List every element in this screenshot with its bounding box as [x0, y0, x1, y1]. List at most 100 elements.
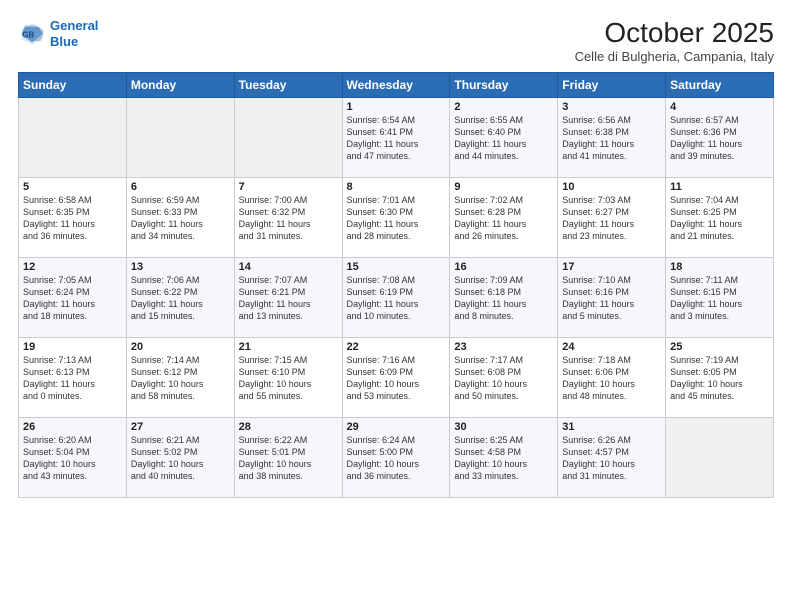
calendar-day: 17Sunrise: 7:10 AM Sunset: 6:16 PM Dayli… — [558, 257, 666, 337]
calendar-day: 30Sunrise: 6:25 AM Sunset: 4:58 PM Dayli… — [450, 417, 558, 497]
calendar-day: 6Sunrise: 6:59 AM Sunset: 6:33 PM Daylig… — [126, 177, 234, 257]
calendar-week-1: 1Sunrise: 6:54 AM Sunset: 6:41 PM Daylig… — [19, 97, 774, 177]
weekday-header-wednesday: Wednesday — [342, 72, 450, 97]
calendar-day: 3Sunrise: 6:56 AM Sunset: 6:38 PM Daylig… — [558, 97, 666, 177]
logo: GB General Blue — [18, 18, 98, 49]
calendar-day: 21Sunrise: 7:15 AM Sunset: 6:10 PM Dayli… — [234, 337, 342, 417]
calendar-day: 29Sunrise: 6:24 AM Sunset: 5:00 PM Dayli… — [342, 417, 450, 497]
day-info: Sunrise: 6:55 AM Sunset: 6:40 PM Dayligh… — [454, 114, 553, 163]
calendar-day: 25Sunrise: 7:19 AM Sunset: 6:05 PM Dayli… — [666, 337, 774, 417]
day-number: 9 — [454, 181, 553, 193]
weekday-header-tuesday: Tuesday — [234, 72, 342, 97]
day-number: 26 — [23, 421, 122, 433]
day-number: 22 — [347, 341, 446, 353]
day-info: Sunrise: 7:06 AM Sunset: 6:22 PM Dayligh… — [131, 274, 230, 323]
calendar-day: 19Sunrise: 7:13 AM Sunset: 6:13 PM Dayli… — [19, 337, 127, 417]
day-info: Sunrise: 7:00 AM Sunset: 6:32 PM Dayligh… — [239, 194, 338, 243]
calendar-day: 5Sunrise: 6:58 AM Sunset: 6:35 PM Daylig… — [19, 177, 127, 257]
day-number: 21 — [239, 341, 338, 353]
calendar-day: 13Sunrise: 7:06 AM Sunset: 6:22 PM Dayli… — [126, 257, 234, 337]
calendar-day: 10Sunrise: 7:03 AM Sunset: 6:27 PM Dayli… — [558, 177, 666, 257]
calendar-day: 28Sunrise: 6:22 AM Sunset: 5:01 PM Dayli… — [234, 417, 342, 497]
weekday-header-sunday: Sunday — [19, 72, 127, 97]
calendar-day: 7Sunrise: 7:00 AM Sunset: 6:32 PM Daylig… — [234, 177, 342, 257]
day-info: Sunrise: 6:58 AM Sunset: 6:35 PM Dayligh… — [23, 194, 122, 243]
calendar-week-3: 12Sunrise: 7:05 AM Sunset: 6:24 PM Dayli… — [19, 257, 774, 337]
day-info: Sunrise: 6:59 AM Sunset: 6:33 PM Dayligh… — [131, 194, 230, 243]
day-number: 20 — [131, 341, 230, 353]
day-number: 5 — [23, 181, 122, 193]
day-number: 7 — [239, 181, 338, 193]
calendar-table: SundayMondayTuesdayWednesdayThursdayFrid… — [18, 72, 774, 498]
day-number: 6 — [131, 181, 230, 193]
location-subtitle: Celle di Bulgheria, Campania, Italy — [575, 49, 774, 64]
day-number: 31 — [562, 421, 661, 433]
day-number: 30 — [454, 421, 553, 433]
weekday-header-saturday: Saturday — [666, 72, 774, 97]
day-info: Sunrise: 7:09 AM Sunset: 6:18 PM Dayligh… — [454, 274, 553, 323]
weekday-header-thursday: Thursday — [450, 72, 558, 97]
calendar-day: 20Sunrise: 7:14 AM Sunset: 6:12 PM Dayli… — [126, 337, 234, 417]
day-info: Sunrise: 7:16 AM Sunset: 6:09 PM Dayligh… — [347, 354, 446, 403]
day-number: 17 — [562, 261, 661, 273]
calendar-day: 31Sunrise: 6:26 AM Sunset: 4:57 PM Dayli… — [558, 417, 666, 497]
day-info: Sunrise: 7:07 AM Sunset: 6:21 PM Dayligh… — [239, 274, 338, 323]
day-number: 2 — [454, 101, 553, 113]
header: GB General Blue October 2025 Celle di Bu… — [18, 18, 774, 64]
calendar-day: 9Sunrise: 7:02 AM Sunset: 6:28 PM Daylig… — [450, 177, 558, 257]
day-info: Sunrise: 7:18 AM Sunset: 6:06 PM Dayligh… — [562, 354, 661, 403]
logo-icon: GB — [18, 20, 46, 48]
svg-text:GB: GB — [22, 30, 34, 39]
day-info: Sunrise: 6:25 AM Sunset: 4:58 PM Dayligh… — [454, 434, 553, 483]
day-number: 13 — [131, 261, 230, 273]
day-number: 4 — [670, 101, 769, 113]
calendar-day: 24Sunrise: 7:18 AM Sunset: 6:06 PM Dayli… — [558, 337, 666, 417]
title-area: October 2025 Celle di Bulgheria, Campani… — [575, 18, 774, 64]
day-info: Sunrise: 6:26 AM Sunset: 4:57 PM Dayligh… — [562, 434, 661, 483]
month-title: October 2025 — [575, 18, 774, 49]
day-number: 14 — [239, 261, 338, 273]
day-info: Sunrise: 7:08 AM Sunset: 6:19 PM Dayligh… — [347, 274, 446, 323]
page: GB General Blue October 2025 Celle di Bu… — [0, 0, 792, 612]
calendar-day: 27Sunrise: 6:21 AM Sunset: 5:02 PM Dayli… — [126, 417, 234, 497]
calendar-week-2: 5Sunrise: 6:58 AM Sunset: 6:35 PM Daylig… — [19, 177, 774, 257]
day-info: Sunrise: 7:04 AM Sunset: 6:25 PM Dayligh… — [670, 194, 769, 243]
calendar-week-5: 26Sunrise: 6:20 AM Sunset: 5:04 PM Dayli… — [19, 417, 774, 497]
day-number: 3 — [562, 101, 661, 113]
day-info: Sunrise: 7:03 AM Sunset: 6:27 PM Dayligh… — [562, 194, 661, 243]
calendar-day: 26Sunrise: 6:20 AM Sunset: 5:04 PM Dayli… — [19, 417, 127, 497]
calendar-day: 15Sunrise: 7:08 AM Sunset: 6:19 PM Dayli… — [342, 257, 450, 337]
calendar-day: 1Sunrise: 6:54 AM Sunset: 6:41 PM Daylig… — [342, 97, 450, 177]
day-number: 18 — [670, 261, 769, 273]
calendar-day — [126, 97, 234, 177]
day-number: 16 — [454, 261, 553, 273]
day-info: Sunrise: 7:13 AM Sunset: 6:13 PM Dayligh… — [23, 354, 122, 403]
day-number: 19 — [23, 341, 122, 353]
day-info: Sunrise: 6:20 AM Sunset: 5:04 PM Dayligh… — [23, 434, 122, 483]
day-number: 1 — [347, 101, 446, 113]
day-number: 12 — [23, 261, 122, 273]
day-info: Sunrise: 7:17 AM Sunset: 6:08 PM Dayligh… — [454, 354, 553, 403]
day-number: 10 — [562, 181, 661, 193]
day-info: Sunrise: 6:56 AM Sunset: 6:38 PM Dayligh… — [562, 114, 661, 163]
day-info: Sunrise: 7:01 AM Sunset: 6:30 PM Dayligh… — [347, 194, 446, 243]
calendar-day: 2Sunrise: 6:55 AM Sunset: 6:40 PM Daylig… — [450, 97, 558, 177]
day-info: Sunrise: 7:11 AM Sunset: 6:15 PM Dayligh… — [670, 274, 769, 323]
day-number: 28 — [239, 421, 338, 433]
day-number: 23 — [454, 341, 553, 353]
day-info: Sunrise: 7:02 AM Sunset: 6:28 PM Dayligh… — [454, 194, 553, 243]
day-info: Sunrise: 6:22 AM Sunset: 5:01 PM Dayligh… — [239, 434, 338, 483]
calendar-day: 18Sunrise: 7:11 AM Sunset: 6:15 PM Dayli… — [666, 257, 774, 337]
calendar-day: 23Sunrise: 7:17 AM Sunset: 6:08 PM Dayli… — [450, 337, 558, 417]
calendar-day — [234, 97, 342, 177]
calendar-week-4: 19Sunrise: 7:13 AM Sunset: 6:13 PM Dayli… — [19, 337, 774, 417]
day-info: Sunrise: 7:14 AM Sunset: 6:12 PM Dayligh… — [131, 354, 230, 403]
day-info: Sunrise: 7:19 AM Sunset: 6:05 PM Dayligh… — [670, 354, 769, 403]
calendar-day: 12Sunrise: 7:05 AM Sunset: 6:24 PM Dayli… — [19, 257, 127, 337]
weekday-header-friday: Friday — [558, 72, 666, 97]
calendar-day: 8Sunrise: 7:01 AM Sunset: 6:30 PM Daylig… — [342, 177, 450, 257]
calendar-day: 14Sunrise: 7:07 AM Sunset: 6:21 PM Dayli… — [234, 257, 342, 337]
calendar-day: 22Sunrise: 7:16 AM Sunset: 6:09 PM Dayli… — [342, 337, 450, 417]
day-number: 25 — [670, 341, 769, 353]
calendar-day: 11Sunrise: 7:04 AM Sunset: 6:25 PM Dayli… — [666, 177, 774, 257]
